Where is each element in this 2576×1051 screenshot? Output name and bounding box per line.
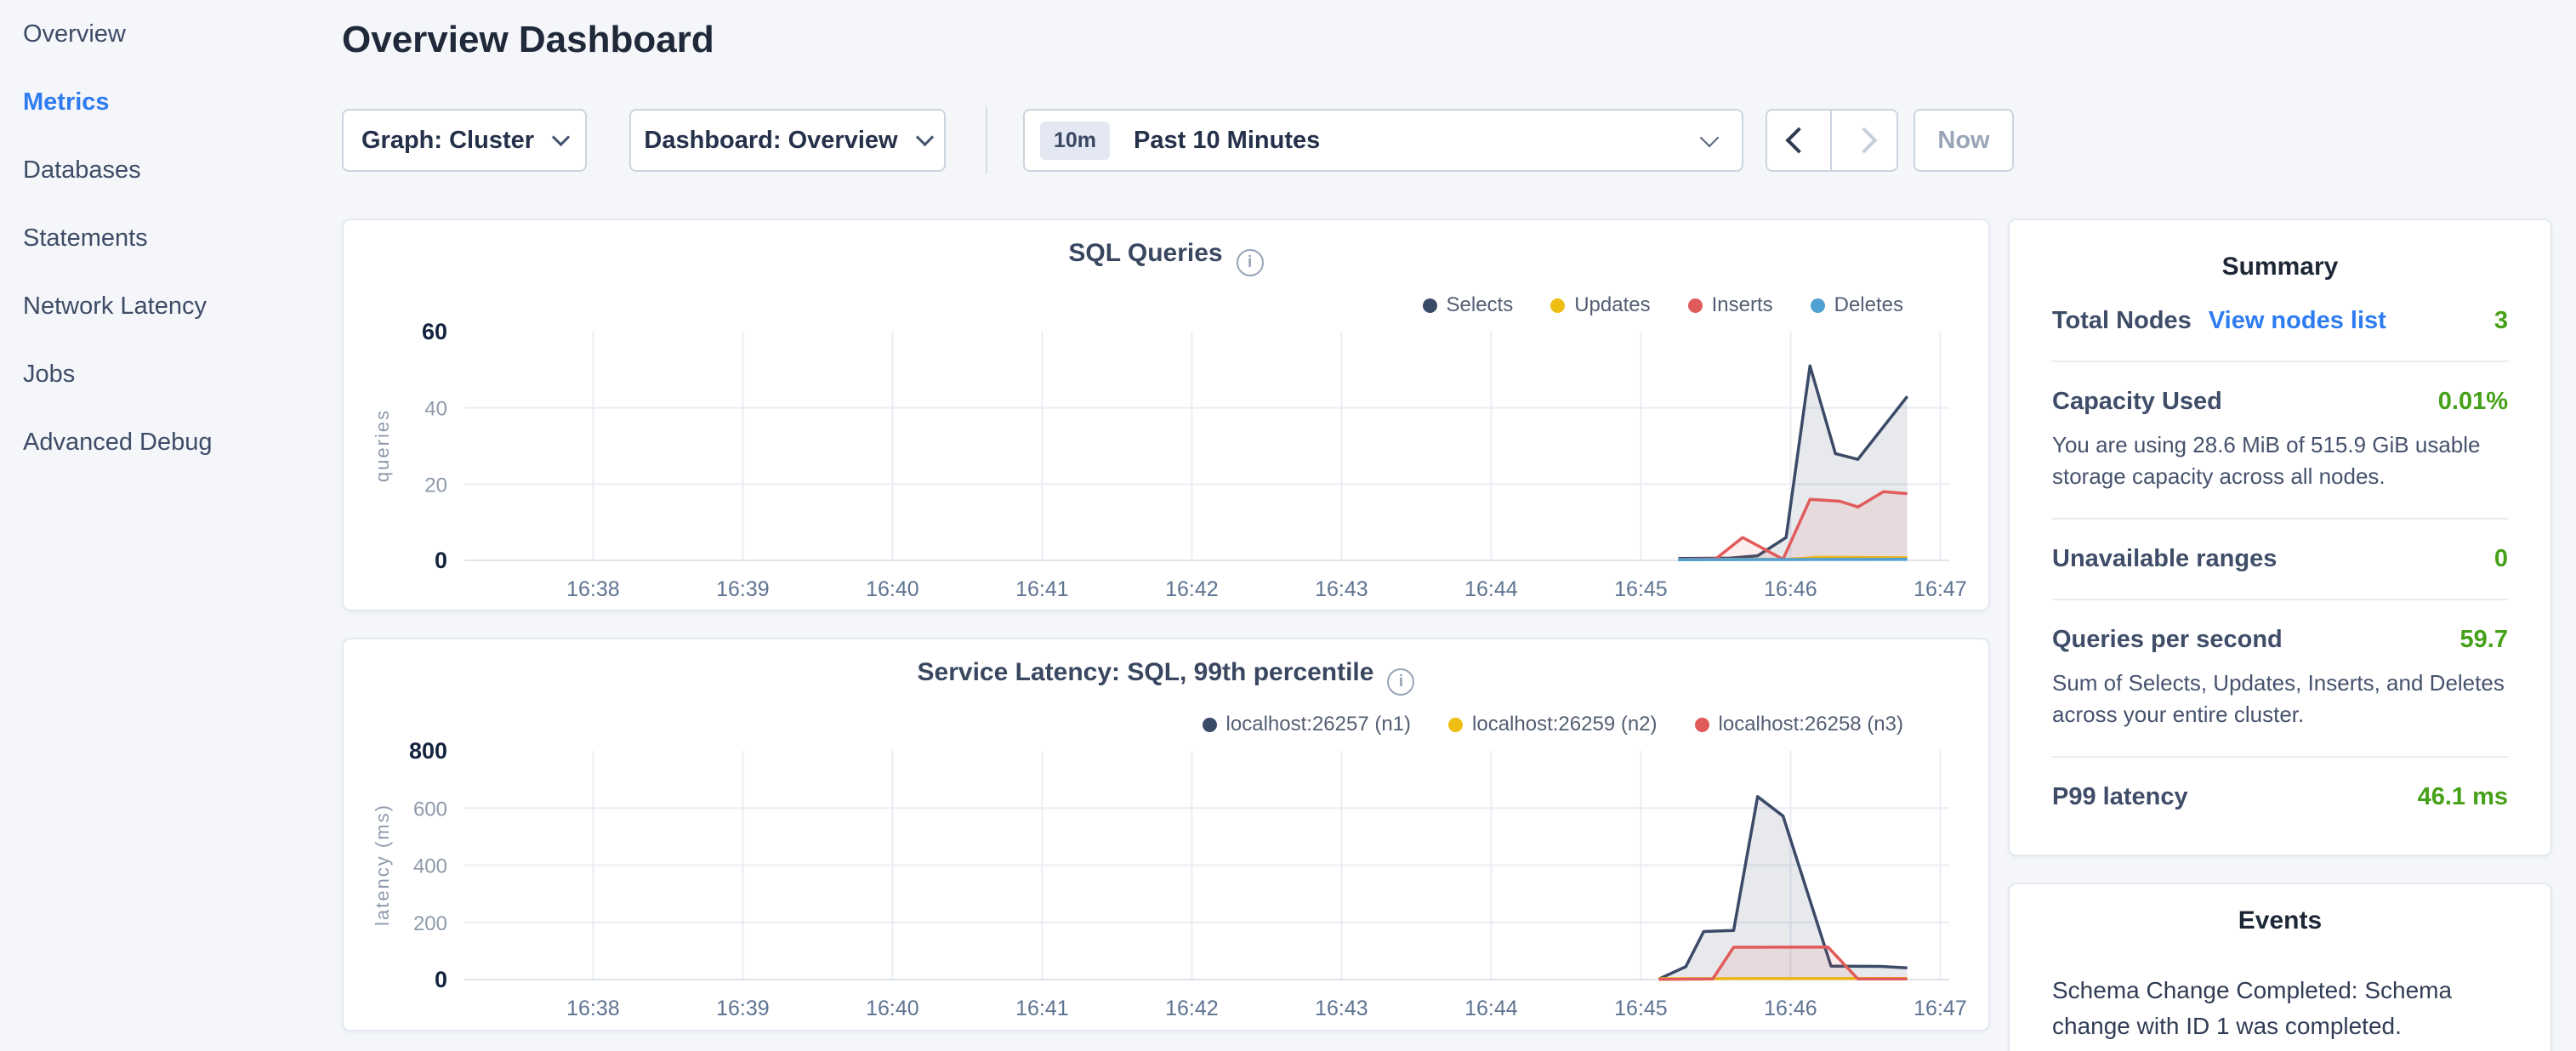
x-tick-label: 16:38	[566, 577, 620, 601]
dashboard-controls: Graph: Cluster Dashboard: Overview 10m P…	[342, 109, 1990, 175]
sidebar-item-network-latency[interactable]: Network Latency	[0, 272, 342, 340]
event-list-item[interactable]: Schema Change Completed: Schema change w…	[2052, 973, 2508, 1051]
events-panel: Events Schema Change Completed: Schema c…	[2008, 883, 2552, 1051]
summary-value: 0.01%	[2438, 388, 2508, 416]
page-title: Overview Dashboard	[342, 19, 714, 61]
service-latency-chart-card: Service Latency: SQL, 99th percentilei l…	[342, 638, 1990, 1031]
y-tick-label: 60	[422, 319, 447, 344]
chevron-left-icon	[1785, 127, 1811, 153]
dashboard-dropdown[interactable]: Dashboard: Overview	[629, 109, 946, 172]
sidebar-item-overview[interactable]: Overview	[0, 0, 342, 68]
chevron-down-icon	[1700, 128, 1720, 147]
now-button[interactable]: Now	[1914, 109, 2014, 172]
summary-description: You are using 28.6 MiB of 515.9 GiB usab…	[2052, 429, 2508, 492]
summary-value: 3	[2494, 307, 2508, 335]
service-latency-plot[interactable]: 16:38 16:39 16:40 16:41 16:42 16:43 16:44 16:45…	[344, 639, 1992, 1032]
summary-label: Queries per second	[2052, 626, 2283, 654]
graph-scope-dropdown[interactable]: Graph: Cluster	[342, 109, 587, 172]
sql-queries-plot[interactable]: 16:38 16:39 16:40 16:41 16:42 16:43 16:44 16:45…	[344, 220, 1992, 613]
x-tick-label: 16:43	[1315, 577, 1368, 601]
summary-label: Total Nodes	[2052, 307, 2192, 335]
x-tick-label: 16:44	[1464, 577, 1518, 601]
x-tick-label: 16:41	[1015, 577, 1069, 601]
summary-value: 0	[2494, 545, 2508, 573]
sidebar-item-jobs[interactable]: Jobs	[0, 340, 342, 408]
x-tick-label: 16:47	[1914, 997, 1967, 1020]
time-range-label: Past 10 Minutes	[1134, 127, 1320, 155]
time-pager	[1766, 109, 1898, 172]
x-tick-label: 16:47	[1914, 577, 1967, 601]
chevron-right-icon	[1851, 127, 1877, 153]
y-tick-label: 0	[435, 548, 447, 573]
dashboard-dropdown-label: Dashboard: Overview	[644, 127, 897, 155]
x-tick-label: 16:42	[1165, 577, 1219, 601]
summary-label: Capacity Used	[2052, 388, 2222, 416]
x-tick-label: 16:46	[1764, 577, 1817, 601]
y-tick-label: 400	[413, 855, 447, 878]
event-message: Schema Change Completed: Schema change w…	[2052, 973, 2508, 1044]
time-range-dropdown[interactable]: 10m Past 10 Minutes	[1023, 109, 1743, 172]
chevron-down-icon	[915, 128, 933, 146]
y-tick-label: 600	[413, 798, 447, 821]
toolbar-divider	[986, 107, 987, 173]
x-tick-label: 16:41	[1015, 997, 1069, 1020]
x-tick-label: 16:45	[1614, 997, 1668, 1020]
main-content: Overview Dashboard Graph: Cluster Dashbo…	[342, 0, 1990, 1051]
summary-panel: Summary Total Nodes View nodes list 3 Ca…	[2008, 219, 2552, 856]
summary-label: P99 latency	[2052, 783, 2188, 811]
summary-row-queries-per-second: Queries per second 59.7 Sum of Selects, …	[2052, 600, 2508, 758]
sidebar-item-advanced-debug[interactable]: Advanced Debug	[0, 408, 342, 476]
previous-timespan-button[interactable]	[1767, 111, 1832, 170]
x-tick-label: 16:42	[1165, 997, 1219, 1020]
x-tick-label: 16:45	[1614, 577, 1668, 601]
y-tick-label: 20	[424, 474, 447, 497]
x-tick-label: 16:40	[866, 997, 919, 1020]
x-tick-label: 16:40	[866, 577, 919, 601]
x-tick-label: 16:39	[716, 577, 770, 601]
sidebar-item-statements[interactable]: Statements	[0, 204, 342, 272]
y-tick-label: 40	[424, 398, 447, 421]
summary-title: Summary	[2052, 220, 2508, 281]
graph-scope-label: Graph: Cluster	[361, 127, 534, 155]
view-nodes-list-link[interactable]: View nodes list	[2209, 307, 2386, 335]
x-tick-label: 16:38	[566, 997, 620, 1020]
summary-row-p99-latency: P99 latency 46.1 ms	[2052, 758, 2508, 837]
y-tick-label: 800	[409, 738, 447, 764]
chevron-down-icon	[552, 128, 570, 146]
now-button-label: Now	[1937, 127, 1989, 155]
events-title: Events	[2052, 884, 2508, 935]
summary-value: 46.1 ms	[2418, 783, 2508, 811]
summary-row-capacity-used: Capacity Used 0.01% You are using 28.6 M…	[2052, 362, 2508, 520]
x-tick-label: 16:43	[1315, 997, 1368, 1020]
summary-row-unavailable-ranges: Unavailable ranges 0	[2052, 520, 2508, 600]
next-timespan-button[interactable]	[1832, 111, 1896, 170]
x-tick-label: 16:39	[716, 997, 770, 1020]
right-sidebar: Summary Total Nodes View nodes list 3 Ca…	[2008, 219, 2552, 1051]
y-tick-label: 200	[413, 912, 447, 935]
summary-label: Unavailable ranges	[2052, 545, 2277, 573]
y-tick-label: 0	[435, 967, 447, 992]
sidebar-item-databases[interactable]: Databases	[0, 136, 342, 204]
x-tick-label: 16:44	[1464, 997, 1518, 1020]
sidebar: Overview Metrics Databases Statements Ne…	[0, 0, 342, 1051]
sql-queries-chart-card: SQL Queriesi SelectsUpdatesInsertsDelete…	[342, 219, 1990, 611]
summary-value: 59.7	[2460, 626, 2508, 654]
x-tick-label: 16:46	[1764, 997, 1817, 1020]
time-range-badge: 10m	[1040, 122, 1110, 160]
summary-row-total-nodes: Total Nodes View nodes list 3	[2052, 281, 2508, 362]
summary-description: Sum of Selects, Updates, Inserts, and De…	[2052, 668, 2508, 730]
sidebar-item-metrics[interactable]: Metrics	[0, 68, 342, 136]
